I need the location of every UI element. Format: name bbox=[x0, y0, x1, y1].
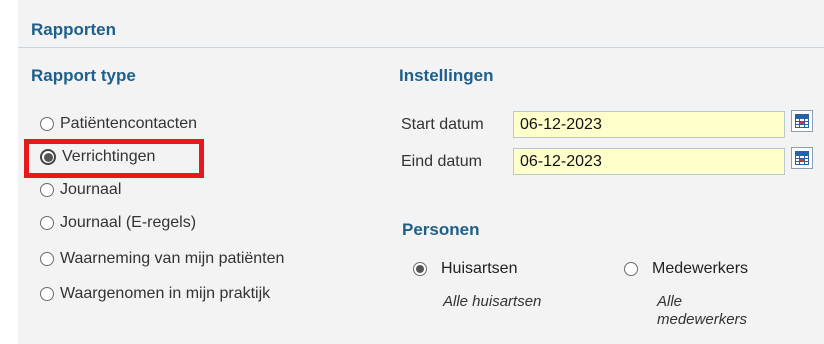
radio-label: Huisartsen bbox=[441, 260, 518, 277]
radio-icon[interactable] bbox=[40, 183, 54, 197]
radio-option-waargenomen[interactable]: Waargenomen in mijn praktijk bbox=[40, 284, 270, 304]
medewerkers-note-line2: medewerkers bbox=[657, 311, 748, 328]
end-date-label: Eind datum bbox=[401, 153, 482, 170]
radio-icon[interactable] bbox=[40, 117, 54, 131]
personen-title: Personen bbox=[402, 220, 480, 239]
start-date-label: Start datum bbox=[401, 116, 484, 133]
radio-checked-icon[interactable] bbox=[413, 262, 427, 276]
highlight-annotation-box bbox=[24, 139, 204, 178]
radio-label: Journaal bbox=[60, 181, 122, 198]
start-date-calendar-button[interactable] bbox=[791, 110, 813, 132]
radio-label: Waargenomen in mijn praktijk bbox=[60, 285, 271, 302]
rapport-type-title: Rapport type bbox=[31, 66, 136, 85]
radio-icon[interactable] bbox=[40, 216, 54, 230]
radio-label: Medewerkers bbox=[652, 260, 749, 277]
radio-icon[interactable] bbox=[40, 252, 54, 266]
instellingen-title: Instellingen bbox=[399, 66, 494, 85]
radio-label: Waarneming van mijn patiënten bbox=[60, 250, 285, 267]
radio-option-huisartsen[interactable]: Huisartsen bbox=[413, 259, 517, 279]
start-date-input[interactable]: 06-12-2023 bbox=[513, 111, 785, 138]
huisartsen-note: Alle huisartsen bbox=[443, 293, 542, 310]
radio-option-journaal-e-regels[interactable]: Journaal (E-regels) bbox=[40, 213, 196, 233]
radio-option-patientencontacten[interactable]: Patiëntencontacten bbox=[40, 114, 197, 134]
page-title: Rapporten bbox=[31, 20, 116, 39]
radio-icon[interactable] bbox=[40, 287, 54, 301]
medewerkers-note-line1: Alle bbox=[657, 293, 683, 310]
end-date-input[interactable]: 06-12-2023 bbox=[513, 148, 785, 175]
radio-option-waarneming[interactable]: Waarneming van mijn patiënten bbox=[40, 249, 284, 269]
radio-option-journaal[interactable]: Journaal bbox=[40, 180, 121, 200]
radio-icon[interactable] bbox=[624, 262, 638, 276]
radio-label: Journaal (E-regels) bbox=[60, 214, 197, 231]
radio-option-medewerkers[interactable]: Medewerkers bbox=[624, 259, 748, 279]
header-divider bbox=[18, 47, 824, 48]
calendar-icon bbox=[795, 114, 809, 128]
radio-label: Patiëntencontacten bbox=[60, 115, 197, 132]
calendar-icon bbox=[795, 151, 809, 165]
end-date-calendar-button[interactable] bbox=[791, 147, 813, 169]
